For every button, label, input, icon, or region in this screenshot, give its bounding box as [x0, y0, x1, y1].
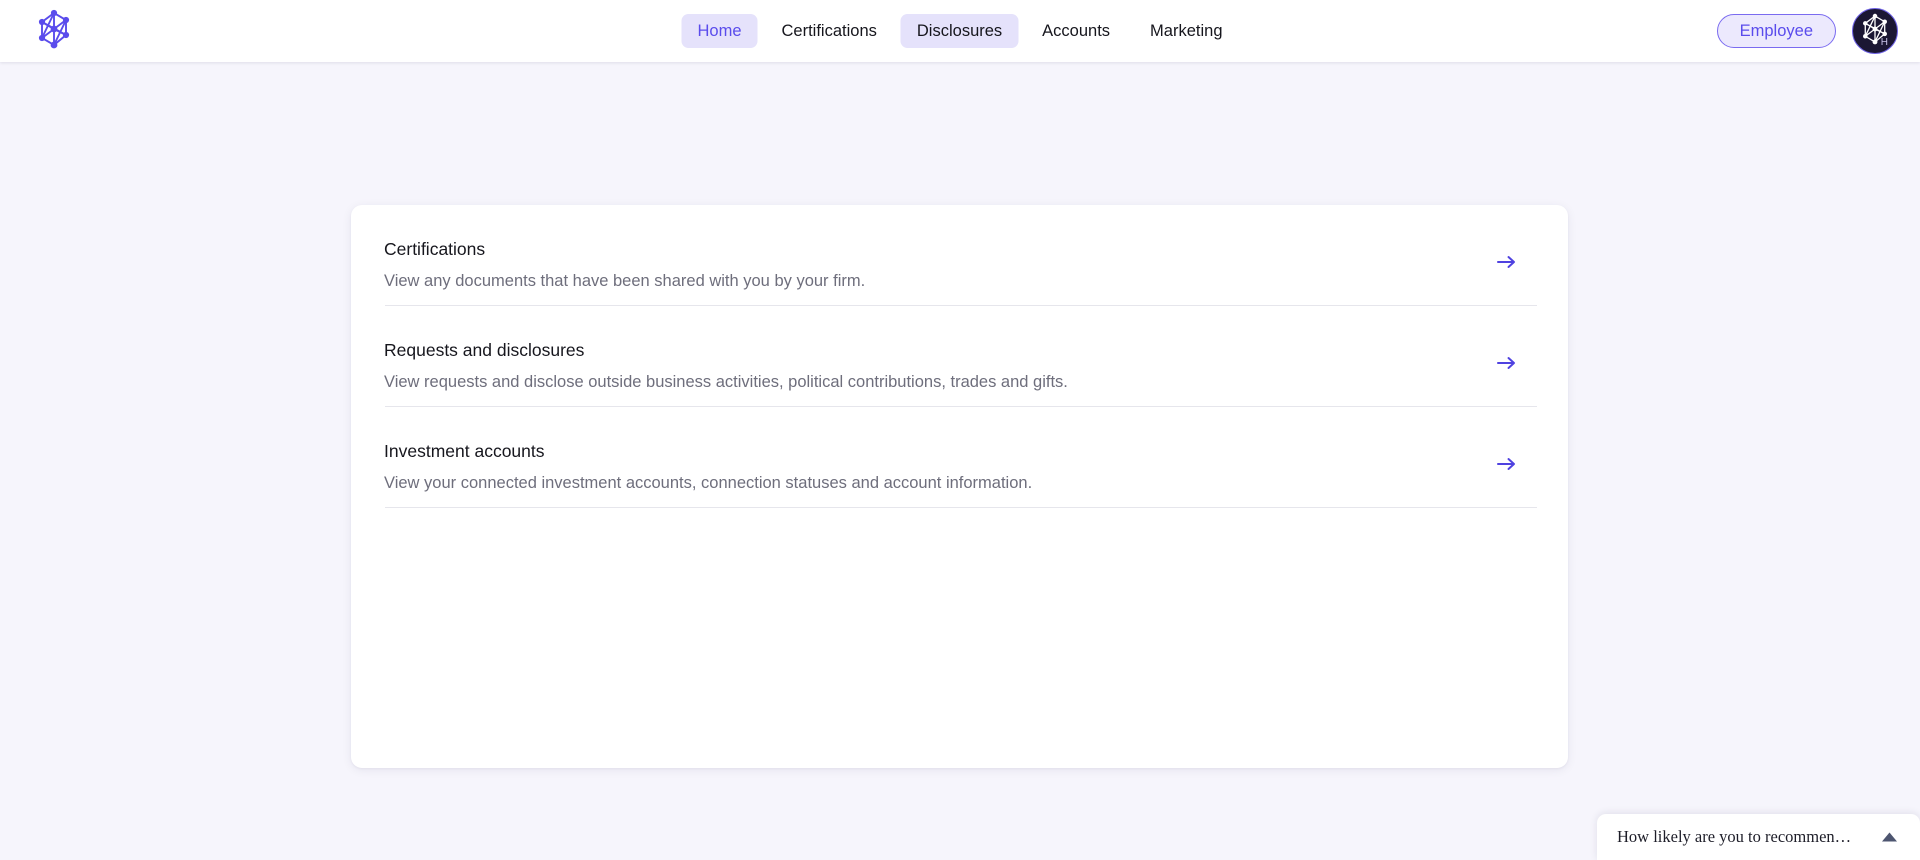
list-item-certifications[interactable]: Certifications View any documents that h…: [384, 205, 1537, 306]
row-text: Certifications View any documents that h…: [384, 239, 865, 292]
list-item-requests-and-disclosures[interactable]: Requests and disclosures View requests a…: [384, 306, 1537, 407]
avatar[interactable]: H: [1852, 8, 1898, 54]
row-description: View any documents that have been shared…: [384, 271, 866, 290]
app-header: Home Certifications Disclosures Accounts…: [0, 0, 1920, 62]
row-divider: [385, 507, 1537, 508]
list-item-investment-accounts[interactable]: Investment accounts View your connected …: [384, 407, 1537, 508]
shortcuts-card: Certifications View any documents that h…: [351, 205, 1568, 768]
role-switcher-button[interactable]: Employee: [1716, 13, 1836, 49]
row-description: View your connected investment accounts,…: [384, 473, 1033, 492]
row-title: Certifications: [384, 239, 486, 259]
nav-item-accounts[interactable]: Accounts: [1026, 14, 1126, 49]
row-title: Investment accounts: [384, 441, 545, 461]
header-actions: Employee H: [1716, 8, 1898, 54]
row-description: View requests and disclose outside busin…: [384, 372, 1068, 391]
nav-item-home[interactable]: Home: [681, 13, 758, 49]
row-text: Investment accounts View your connected …: [384, 441, 1032, 494]
arrow-right-icon[interactable]: [1495, 251, 1517, 273]
survey-question: How likely are you to recommen…: [1617, 827, 1852, 846]
arrow-right-icon[interactable]: [1495, 453, 1517, 475]
primary-navigation: Home Certifications Disclosures Accounts…: [681, 13, 1239, 49]
nav-item-certifications[interactable]: Certifications: [766, 14, 893, 49]
caret-up-icon[interactable]: [1881, 831, 1898, 843]
survey-widget[interactable]: How likely are you to recommen…: [1597, 814, 1920, 860]
brand-logo[interactable]: [32, 9, 76, 53]
nav-item-marketing[interactable]: Marketing: [1134, 14, 1238, 49]
avatar-initial-badge: H: [1880, 37, 1888, 48]
arrow-right-icon[interactable]: [1495, 352, 1517, 374]
row-text: Requests and disclosures View requests a…: [384, 340, 1068, 393]
row-title: Requests and disclosures: [384, 340, 585, 360]
nav-item-disclosures[interactable]: Disclosures: [900, 13, 1019, 49]
network-graph-logo-icon: [33, 8, 75, 55]
page-body: Certifications View any documents that h…: [0, 62, 1920, 860]
